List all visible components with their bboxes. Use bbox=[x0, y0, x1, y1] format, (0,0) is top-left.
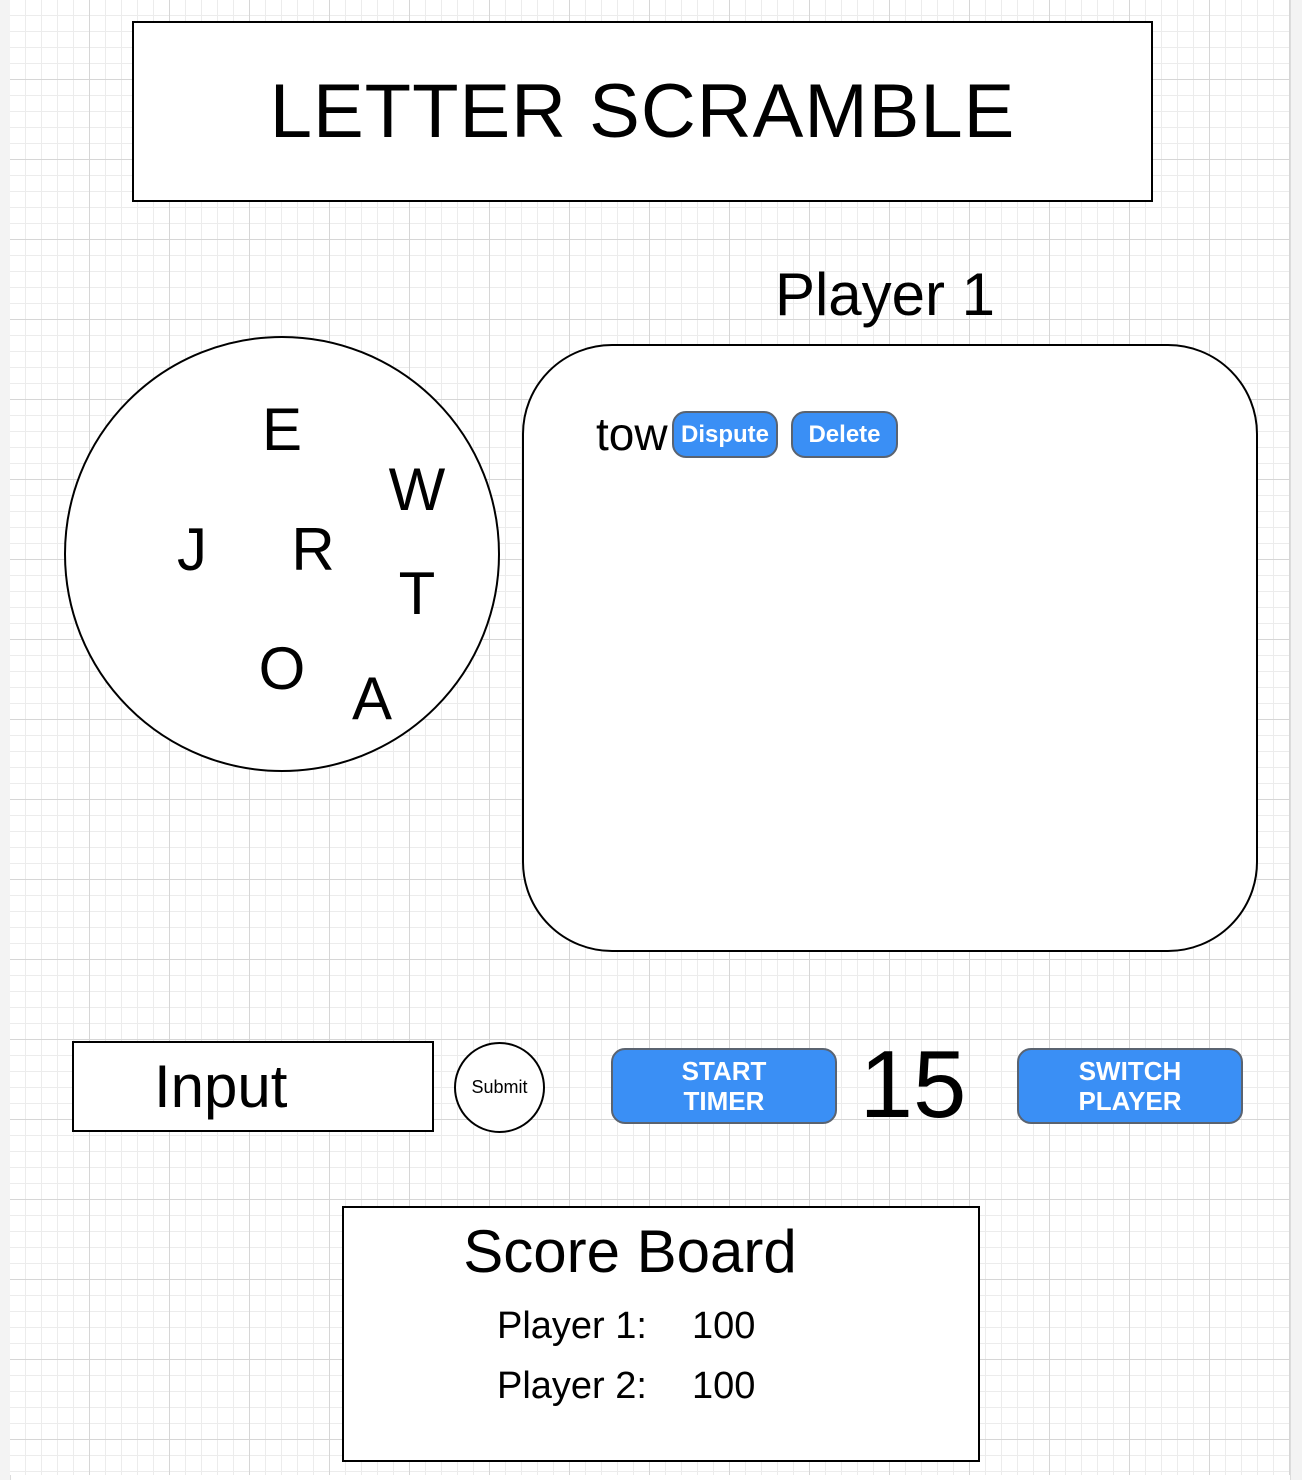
current-player-label: Player 1 bbox=[774, 261, 996, 328]
timer-display: 15 bbox=[859, 1031, 967, 1138]
letter-tile[interactable]: W bbox=[389, 460, 446, 520]
canvas-frame-right bbox=[1290, 0, 1302, 1480]
dispute-button[interactable]: Dispute bbox=[672, 411, 778, 458]
letter-tile[interactable]: A bbox=[352, 669, 392, 729]
scoreboard-player-name: Player 2: bbox=[497, 1365, 647, 1407]
found-word: tow bbox=[596, 408, 668, 460]
switch-player-button[interactable]: SWITCH PLAYER bbox=[1017, 1048, 1243, 1124]
start-timer-button[interactable]: START TIMER bbox=[611, 1048, 837, 1124]
game-title: LETTER SCRAMBLE bbox=[269, 69, 1016, 154]
word-input[interactable] bbox=[74, 1051, 432, 1122]
letter-tile[interactable]: T bbox=[399, 564, 436, 624]
word-input-box bbox=[72, 1041, 434, 1132]
letter-wheel: E W J R T O A bbox=[64, 336, 500, 772]
letter-tile[interactable]: O bbox=[259, 639, 306, 699]
scoreboard-player-score: 100 bbox=[692, 1305, 756, 1347]
start-timer-label-line2: TIMER bbox=[683, 1086, 765, 1116]
letter-tile[interactable]: R bbox=[291, 520, 334, 580]
switch-player-label-line2: PLAYER bbox=[1078, 1086, 1182, 1116]
switch-player-label-line1: SWITCH bbox=[1078, 1056, 1182, 1086]
submit-button[interactable]: Submit bbox=[454, 1042, 545, 1133]
scoreboard-player-name: Player 1: bbox=[497, 1305, 647, 1347]
letter-tile[interactable]: J bbox=[177, 520, 207, 580]
start-timer-label-line1: START bbox=[681, 1056, 767, 1086]
scoreboard-player-score: 100 bbox=[692, 1365, 756, 1407]
letter-tile[interactable]: E bbox=[262, 400, 302, 460]
scoreboard-title: Score Board bbox=[463, 1218, 797, 1285]
delete-button[interactable]: Delete bbox=[791, 411, 898, 458]
game-title-banner: LETTER SCRAMBLE bbox=[132, 21, 1153, 202]
